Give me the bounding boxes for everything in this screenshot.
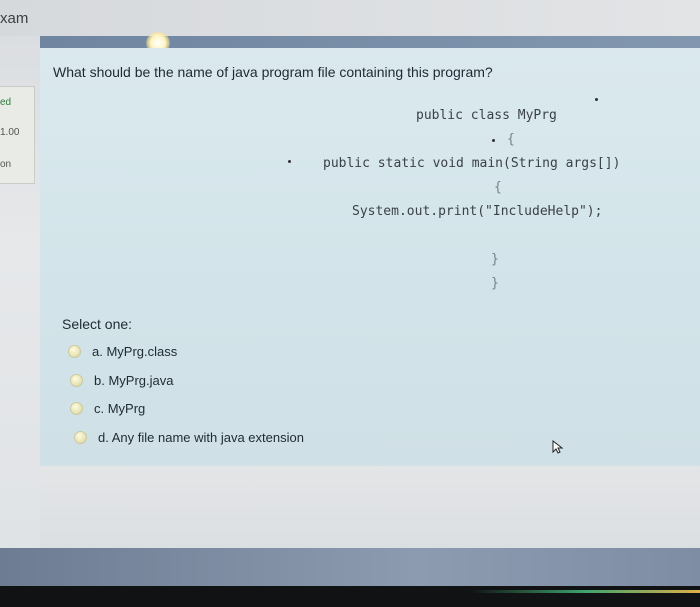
radio-option-d[interactable]: [74, 430, 87, 444]
option-a[interactable]: a. MyPrg.class: [68, 340, 177, 362]
code-line-3: public static void main(String args[]): [323, 156, 621, 171]
select-one-label: Select one:: [62, 316, 133, 332]
option-b[interactable]: b. MyPrg.java: [70, 369, 173, 391]
radio-option-b[interactable]: [70, 373, 83, 387]
question-info-panel: ed 1.00 on: [0, 86, 35, 184]
code-line-2: {: [507, 132, 515, 147]
code-line-4: {: [494, 180, 502, 195]
code-line-6: }: [491, 252, 499, 267]
question-box: What should be the name of java program …: [40, 48, 700, 466]
option-d-label: d. Any file name with java extension: [98, 429, 304, 445]
screen-speck: [492, 139, 495, 142]
option-c[interactable]: c. MyPrg: [70, 397, 145, 419]
question-text: What should be the name of java program …: [53, 64, 493, 80]
question-state: ed: [0, 97, 12, 108]
page-title: xam: [0, 10, 29, 27]
radio-option-c[interactable]: [70, 401, 83, 415]
question-marks: 1.00: [0, 127, 20, 138]
content-footer-area: [40, 466, 700, 548]
mouse-pointer-icon: [552, 440, 564, 454]
exam-page: xam ed 1.00 on What should be the name o…: [0, 0, 700, 607]
option-b-label: b. MyPrg.java: [94, 372, 174, 388]
screen-speck: [595, 98, 598, 101]
code-line-1: public class MyPrg: [416, 108, 557, 123]
radio-option-a[interactable]: [68, 344, 81, 358]
screen-speck: [288, 160, 291, 163]
bottom-navigation-band: [0, 548, 700, 586]
navigation-band: [40, 36, 700, 48]
code-line-7: }: [491, 276, 499, 291]
flag-question-link[interactable]: on: [0, 159, 11, 170]
option-d[interactable]: d. Any file name with java extension: [74, 426, 304, 448]
monitor-bezel: [0, 586, 700, 607]
top-header: xam: [0, 0, 700, 36]
code-line-5: System.out.print("IncludeHelp");: [352, 204, 603, 219]
option-c-label: c. MyPrg: [94, 400, 146, 416]
option-a-label: a. MyPrg.class: [92, 343, 178, 359]
bezel-glow: [470, 590, 700, 593]
